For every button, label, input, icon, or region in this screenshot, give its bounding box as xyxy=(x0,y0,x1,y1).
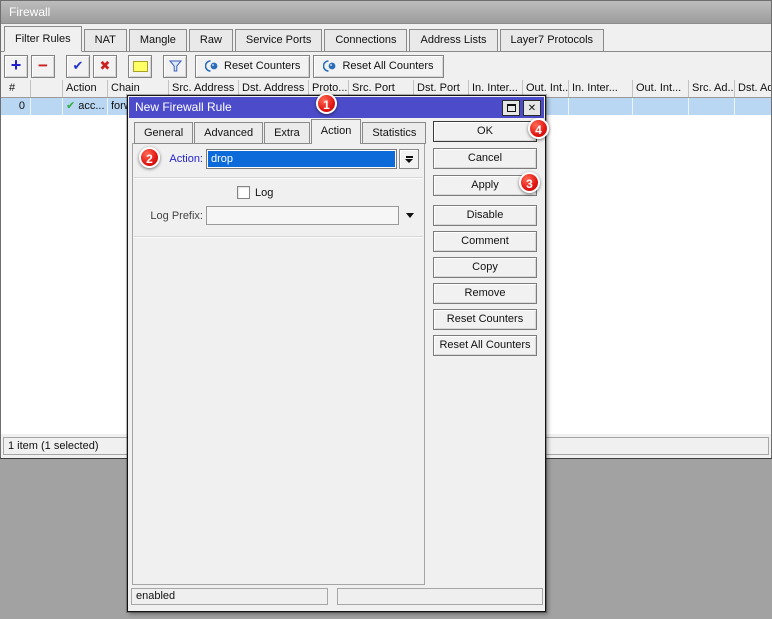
action-tab-panel: Action: drop Log Log Prefix: xyxy=(132,143,425,585)
filter-button[interactable] xyxy=(163,55,187,78)
tab-statistics[interactable]: Statistics xyxy=(362,122,426,144)
tab-action[interactable]: Action xyxy=(311,119,362,144)
close-button[interactable] xyxy=(523,100,541,116)
counters-icon xyxy=(323,60,337,72)
annotation-step-4: 4 xyxy=(528,118,549,139)
log-prefix-input[interactable] xyxy=(206,206,399,225)
tab-mangle[interactable]: Mangle xyxy=(129,29,187,51)
remove-button[interactable]: Remove xyxy=(433,283,537,304)
cancel-button[interactable]: Cancel xyxy=(433,148,537,169)
cross-icon xyxy=(100,58,111,74)
dialog-status-spacer xyxy=(337,588,543,605)
reset-counters-label: Reset Counters xyxy=(224,60,300,72)
reset-all-counters-button[interactable]: Reset All Counters xyxy=(433,335,537,356)
tab-filter-rules[interactable]: Filter Rules xyxy=(4,26,82,52)
tab-address-lists[interactable]: Address Lists xyxy=(409,29,497,51)
column-header-src-address-list[interactable]: Src. Ad... xyxy=(689,80,735,97)
separator xyxy=(134,177,423,179)
close-icon xyxy=(528,97,536,119)
rule-number-cell: 0 xyxy=(1,98,31,115)
action-dropdown-value: drop xyxy=(208,151,395,167)
copy-button[interactable]: Copy xyxy=(433,257,537,278)
funnel-icon xyxy=(169,60,182,72)
maximize-button[interactable] xyxy=(502,100,520,116)
log-prefix-dropdown-arrow[interactable] xyxy=(406,213,414,218)
minus-icon xyxy=(38,59,48,74)
disable-button[interactable]: Disable xyxy=(433,205,537,226)
disable-rule-button[interactable] xyxy=(93,55,117,78)
rule-flags-cell xyxy=(31,98,63,115)
column-header-out-interface-list[interactable]: Out. Int... xyxy=(633,80,689,97)
column-header-dst-address-list[interactable]: Dst. Ad... xyxy=(735,80,771,97)
chevron-down-icon xyxy=(406,156,413,158)
window-title: Firewall xyxy=(9,5,50,19)
tab-extra[interactable]: Extra xyxy=(264,122,310,144)
tab-general[interactable]: General xyxy=(134,122,193,144)
annotation-step-2: 2 xyxy=(139,147,160,168)
counters-icon xyxy=(205,60,219,72)
log-checkbox[interactable] xyxy=(237,186,250,199)
comment-button[interactable] xyxy=(128,55,152,78)
log-prefix-label: Log Prefix: xyxy=(133,208,203,224)
tab-layer7-protocols[interactable]: Layer7 Protocols xyxy=(500,29,605,51)
rule-action-cell: ✔acc... xyxy=(63,98,108,115)
tab-raw[interactable]: Raw xyxy=(189,29,233,51)
action-dropdown[interactable]: drop xyxy=(206,149,397,169)
note-icon xyxy=(133,61,148,72)
add-rule-button[interactable] xyxy=(4,55,28,78)
column-header-number[interactable]: # xyxy=(1,80,31,97)
tab-connections[interactable]: Connections xyxy=(324,29,407,51)
column-header-action[interactable]: Action xyxy=(63,80,108,97)
action-dropdown-button[interactable] xyxy=(399,149,419,169)
reset-all-counters-button[interactable]: Reset All Counters xyxy=(313,55,443,78)
check-icon xyxy=(73,58,84,74)
dialog-tab-bar: General Advanced Extra Action Statistics xyxy=(134,121,427,144)
rule-state-status: enabled xyxy=(131,588,328,605)
column-header-flags[interactable] xyxy=(31,80,63,97)
annotation-step-1: 1 xyxy=(316,93,337,114)
separator xyxy=(134,236,423,238)
firewall-toolbar: Reset Counters Reset All Counters xyxy=(1,52,771,80)
annotation-step-3: 3 xyxy=(519,172,540,193)
new-firewall-rule-dialog: New Firewall Rule General Advanced Extra… xyxy=(127,95,546,612)
tab-advanced[interactable]: Advanced xyxy=(194,122,263,144)
tab-nat[interactable]: NAT xyxy=(84,29,127,51)
accept-icon: ✔ xyxy=(66,100,75,112)
log-checkbox-label: Log xyxy=(255,185,295,201)
firewall-window-titlebar[interactable]: Firewall xyxy=(1,1,771,24)
enable-rule-button[interactable] xyxy=(66,55,90,78)
column-header-in-interface-list[interactable]: In. Inter... xyxy=(569,80,633,97)
reset-counters-button[interactable]: Reset Counters xyxy=(195,55,310,78)
ok-button[interactable]: OK xyxy=(433,121,537,142)
plus-icon xyxy=(11,58,22,74)
reset-all-counters-label: Reset All Counters xyxy=(342,60,433,72)
firewall-tab-bar: Filter Rules NAT Mangle Raw Service Port… xyxy=(1,24,771,52)
remove-rule-button[interactable] xyxy=(31,55,55,78)
desktop-background: Firewall Filter Rules NAT Mangle Raw Ser… xyxy=(0,0,772,619)
comment-button[interactable]: Comment xyxy=(433,231,537,252)
reset-counters-button[interactable]: Reset Counters xyxy=(433,309,537,330)
tab-service-ports[interactable]: Service Ports xyxy=(235,29,322,51)
maximize-icon xyxy=(507,104,516,112)
